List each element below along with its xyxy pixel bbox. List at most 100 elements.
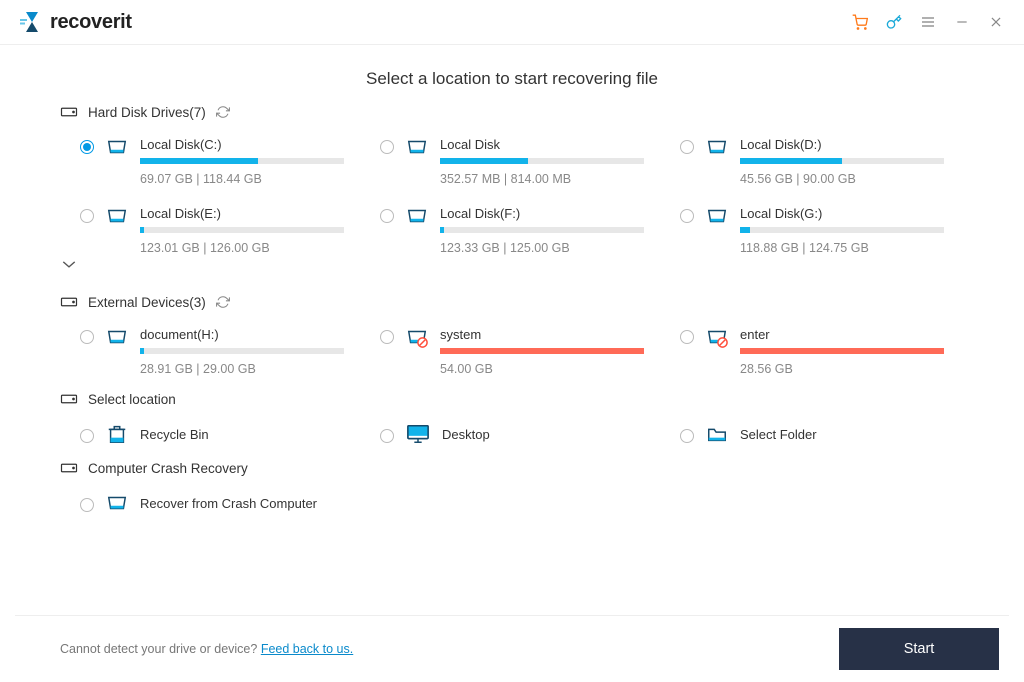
usage-bar: [440, 227, 644, 233]
cart-icon[interactable]: [852, 14, 868, 30]
crash-icon: [60, 459, 78, 477]
refresh-icon[interactable]: [216, 295, 230, 309]
drive-name: enter: [740, 327, 944, 342]
drive-name: system: [440, 327, 644, 342]
drive-stats: 69.07 GB | 118.44 GB: [140, 172, 344, 186]
disk-icon: [706, 205, 728, 227]
disk-icon: [106, 205, 128, 227]
section-crash-header: Computer Crash Recovery: [60, 459, 964, 477]
radio-drive[interactable]: [380, 209, 394, 223]
feedback-link[interactable]: Feed back to us.: [261, 642, 353, 656]
location-label: Desktop: [442, 427, 490, 442]
desktop-icon: [406, 423, 430, 445]
disk-icon: [106, 136, 128, 158]
radio-location[interactable]: [680, 429, 694, 443]
start-button[interactable]: Start: [839, 628, 999, 670]
disk-icon: [406, 136, 428, 158]
logo-icon: [20, 10, 44, 34]
radio-location[interactable]: [380, 429, 394, 443]
expand-hdd[interactable]: [60, 255, 964, 279]
disk-icon: [106, 492, 128, 514]
logo-text: recoverit: [50, 11, 132, 34]
radio-drive[interactable]: [80, 330, 94, 344]
key-icon[interactable]: [886, 14, 902, 30]
drive-stats: 118.88 GB | 124.75 GB: [740, 241, 944, 255]
app-logo: recoverit: [20, 10, 132, 34]
section-external-header: External Devices(3): [60, 293, 964, 311]
usage-bar: [140, 158, 344, 164]
crash-label: Recover from Crash Computer: [140, 496, 317, 511]
drive-item[interactable]: system 54.00 GB: [380, 327, 664, 376]
crash-item[interactable]: Recover from Crash Computer: [80, 493, 964, 514]
usage-bar: [740, 348, 944, 354]
drive-name: document(H:): [140, 327, 344, 342]
radio-drive[interactable]: [680, 330, 694, 344]
section-crash-label: Computer Crash Recovery: [88, 461, 248, 476]
section-crash: Computer Crash Recovery Recover from Cra…: [60, 459, 964, 514]
drive-item[interactable]: enter 28.56 GB: [680, 327, 964, 376]
section-location-header: Select location: [60, 390, 964, 408]
location-item[interactable]: Select Folder: [680, 424, 964, 445]
usage-bar: [440, 158, 644, 164]
header-actions: [852, 14, 1004, 30]
menu-icon[interactable]: [920, 14, 936, 30]
usage-bar: [740, 158, 944, 164]
refresh-icon[interactable]: [216, 105, 230, 119]
radio-location[interactable]: [80, 429, 94, 443]
drive-item[interactable]: document(H:) 28.91 GB | 29.00 GB: [80, 327, 364, 376]
folder-icon: [706, 423, 728, 445]
section-external-label: External Devices(3): [88, 295, 206, 310]
location-label: Select Folder: [740, 427, 817, 442]
disk-icon: [706, 326, 728, 348]
section-hdd: Hard Disk Drives(7) Local Disk(C:) 69.07 …: [60, 103, 964, 279]
minimize-icon[interactable]: [954, 14, 970, 30]
drive-name: Local Disk(E:): [140, 206, 344, 221]
radio-drive[interactable]: [80, 140, 94, 154]
location-icon: [60, 390, 78, 408]
location-label: Recycle Bin: [140, 427, 209, 442]
drive-stats: 28.56 GB: [740, 362, 944, 376]
drive-stats: 123.01 GB | 126.00 GB: [140, 241, 344, 255]
section-hdd-header: Hard Disk Drives(7): [60, 103, 964, 121]
footer: Cannot detect your drive or device? Feed…: [15, 615, 1009, 682]
drive-item[interactable]: Local Disk(D:) 45.56 GB | 90.00 GB: [680, 137, 964, 186]
drive-item[interactable]: Local Disk(C:) 69.07 GB | 118.44 GB: [80, 137, 364, 186]
usage-bar: [140, 348, 344, 354]
footer-text: Cannot detect your drive or device? Feed…: [60, 642, 353, 656]
section-location: Select location Recycle Bin Desktop Select…: [60, 390, 964, 445]
disk-icon: [706, 136, 728, 158]
drive-name: Local Disk(G:): [740, 206, 944, 221]
radio-drive[interactable]: [380, 330, 394, 344]
drive-stats: 123.33 GB | 125.00 GB: [440, 241, 644, 255]
drive-stats: 45.56 GB | 90.00 GB: [740, 172, 944, 186]
radio-drive[interactable]: [80, 209, 94, 223]
drive-stats: 54.00 GB: [440, 362, 644, 376]
location-item[interactable]: Recycle Bin: [80, 424, 364, 445]
page-title: Select a location to start recovering fi…: [0, 45, 1024, 103]
drive-name: Local Disk(C:): [140, 137, 344, 152]
disk-icon: [106, 326, 128, 348]
disk-icon: [406, 205, 428, 227]
radio-drive[interactable]: [380, 140, 394, 154]
drive-name: Local Disk(F:): [440, 206, 644, 221]
location-item[interactable]: Desktop: [380, 424, 664, 445]
usage-bar: [740, 227, 944, 233]
radio-drive[interactable]: [680, 209, 694, 223]
radio-crash[interactable]: [80, 498, 94, 512]
chevron-down-icon: [60, 259, 78, 269]
section-location-label: Select location: [88, 392, 176, 407]
radio-drive[interactable]: [680, 140, 694, 154]
app-header: recoverit: [0, 0, 1024, 45]
section-hdd-label: Hard Disk Drives(7): [88, 105, 206, 120]
drive-item[interactable]: Local Disk352.57 MB | 814.00 MB: [380, 137, 664, 186]
usage-bar: [440, 348, 644, 354]
drive-stats: 28.91 GB | 29.00 GB: [140, 362, 344, 376]
drive-name: Local Disk(D:): [740, 137, 944, 152]
drive-item[interactable]: Local Disk(E:) 123.01 GB | 126.00 GB: [80, 206, 364, 255]
disk-icon: [406, 326, 428, 348]
external-icon: [60, 293, 78, 311]
close-icon[interactable]: [988, 14, 1004, 30]
drive-item[interactable]: Local Disk(F:) 123.33 GB | 125.00 GB: [380, 206, 664, 255]
usage-bar: [140, 227, 344, 233]
drive-item[interactable]: Local Disk(G:) 118.88 GB | 124.75 GB: [680, 206, 964, 255]
